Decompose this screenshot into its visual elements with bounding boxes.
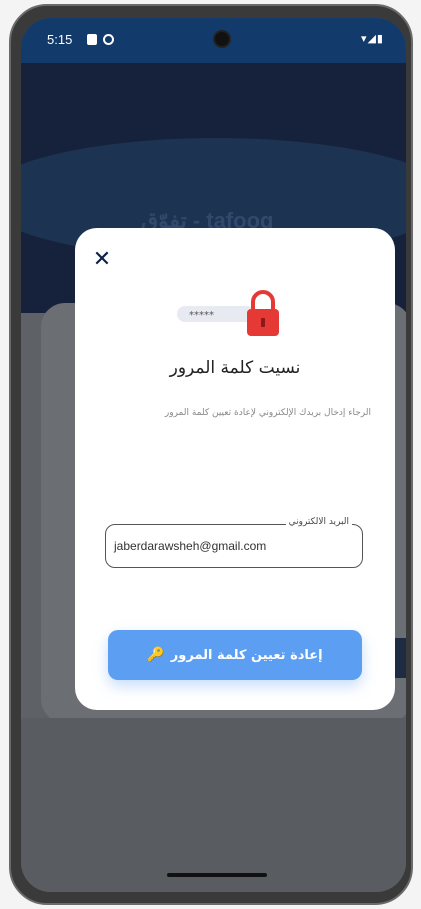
- dialog-description: الرجاء إدخال بريدك الإلكتروني لإعادة تعي…: [164, 408, 371, 418]
- key-icon: 🔑: [147, 647, 165, 663]
- keyhole: [261, 318, 265, 327]
- background-footer: [21, 718, 406, 892]
- reset-password-button[interactable]: إعادة تعيين كلمة المرور 🔑: [108, 630, 362, 680]
- forgot-password-dialog: ✕ ***** نسيت كلمة المرور الرجاء إدخال بر…: [75, 228, 395, 710]
- reset-button-label: إعادة تعيين كلمة المرور: [170, 647, 323, 663]
- status-bar: 5:15 ▾◢▮: [21, 18, 406, 63]
- email-field-label: البريد الالكتروني: [285, 517, 352, 527]
- email-field[interactable]: البريد الالكتروني jaberdarawsheh@gmail.c…: [105, 517, 363, 568]
- signal-icons: ▾◢▮: [360, 32, 384, 45]
- phone-frame: 5:15 ▾◢▮ تفوّق - tafoog ✕ ***** نسيت كلم…: [9, 4, 413, 905]
- password-dots: *****: [189, 310, 214, 321]
- close-icon[interactable]: ✕: [91, 249, 113, 272]
- password-lock-illustration: *****: [177, 290, 279, 336]
- home-indicator[interactable]: [167, 873, 267, 877]
- camera-cutout: [213, 30, 231, 48]
- email-input[interactable]: jaberdarawsheh@gmail.com: [114, 539, 354, 553]
- status-time: 5:15: [47, 32, 73, 47]
- sync-icon: [103, 34, 114, 45]
- dialog-title: نسيت كلمة المرور: [169, 358, 301, 378]
- notification-icon: [87, 34, 97, 45]
- screen: 5:15 ▾◢▮ تفوّق - tafoog ✕ ***** نسيت كلم…: [21, 18, 406, 892]
- lock-shackle: [251, 290, 275, 310]
